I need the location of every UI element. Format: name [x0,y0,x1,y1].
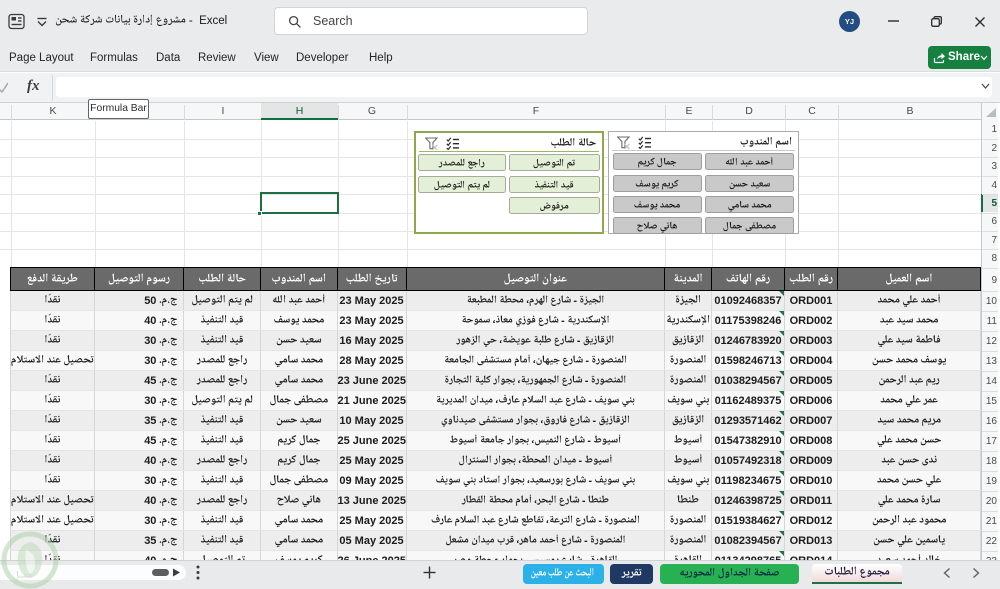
svg-text:حمــل: حمــل [13,568,34,582]
